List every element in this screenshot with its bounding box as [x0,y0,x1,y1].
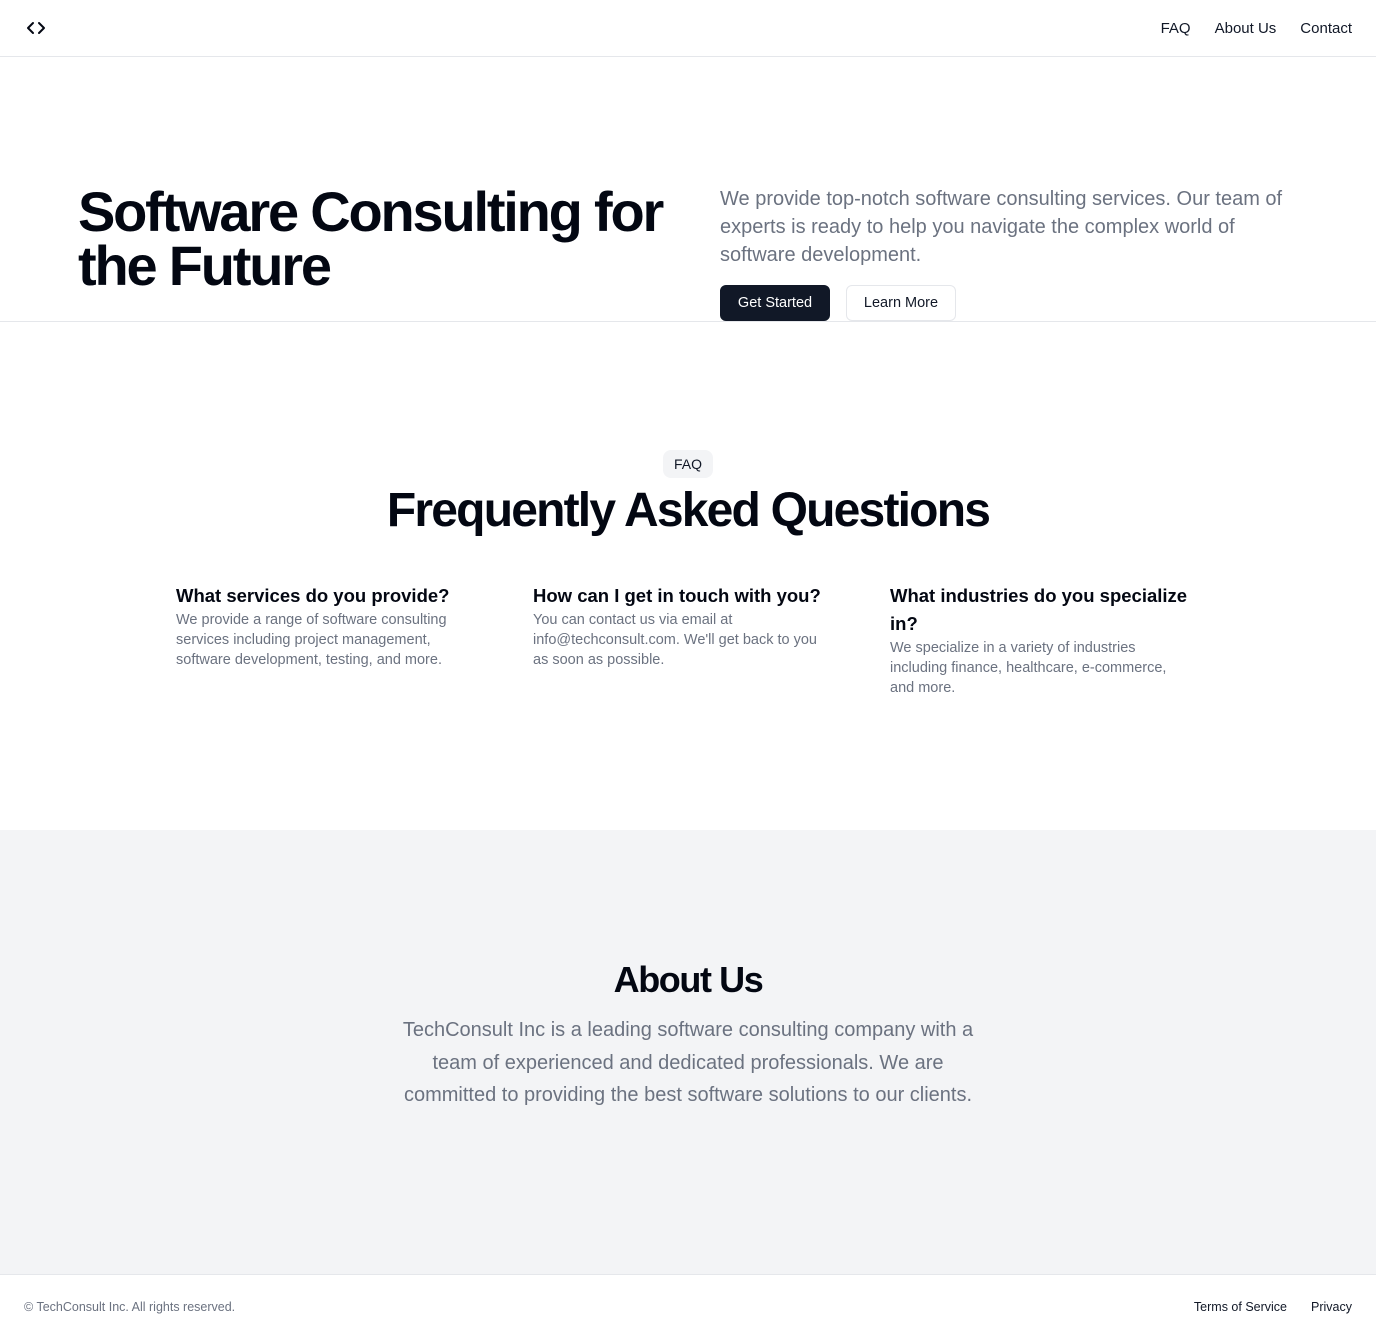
page: FAQ About Us Contact Software Consulting… [0,0,1376,1338]
code-brackets-icon[interactable] [24,16,48,40]
privacy-link[interactable]: Privacy [1311,1300,1352,1314]
faq-badge: FAQ [663,450,713,478]
faq-title: Frequently Asked Questions [386,484,991,537]
learn-more-button[interactable]: Learn More [846,285,956,321]
faq-grid: What services do you provide? We provide… [176,582,1200,698]
terms-of-service-link[interactable]: Terms of Service [1194,1300,1287,1314]
about-title: About Us [613,959,764,1000]
site-header: FAQ About Us Contact [0,0,1376,57]
hero-description: We provide top-notch software consulting… [720,188,1283,266]
hero-title: Software Consulting for the Future [78,180,664,297]
hero-section: Software Consulting for the Future We pr… [0,57,1376,322]
footer-nav: Terms of Service Privacy [1194,1300,1352,1314]
about-section: About Us TechConsult Inc is a leading so… [0,830,1376,1274]
faq-answer: We specialize in a variety of industries… [890,640,1167,696]
faq-question: What services do you provide? [176,585,450,606]
faq-item: How can I get in touch with you? You can… [533,582,833,698]
site-footer: © TechConsult Inc. All rights reserved. … [0,1274,1376,1338]
faq-question: How can I get in touch with you? [533,585,821,606]
copyright-text: © TechConsult Inc. All rights reserved. [24,1299,236,1314]
hero-buttons: Get Started Learn More [720,285,956,321]
nav-link-contact[interactable]: Contact [1300,20,1352,37]
nav-link-about-us[interactable]: About Us [1215,20,1277,37]
faq-answer: You can contact us via email at info@tec… [533,612,817,668]
main-nav: FAQ About Us Contact [1161,20,1352,37]
faq-question: What industries do you specialize in? [890,585,1188,634]
nav-link-faq[interactable]: FAQ [1161,20,1191,37]
faq-item: What services do you provide? We provide… [176,582,476,698]
about-text: TechConsult Inc is a leading software co… [402,1019,974,1106]
faq-item: What industries do you specialize in? We… [890,582,1190,698]
get-started-button[interactable]: Get Started [720,285,830,321]
faq-answer: We provide a range of software consultin… [176,612,447,668]
